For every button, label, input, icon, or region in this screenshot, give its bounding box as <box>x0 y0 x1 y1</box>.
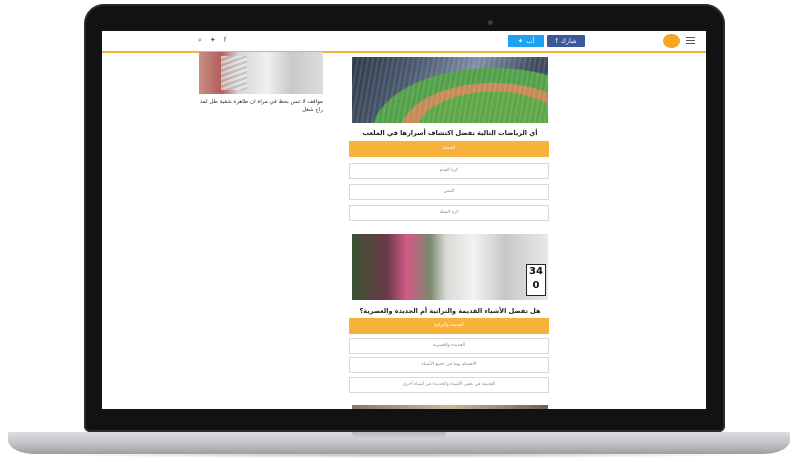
facebook-icon[interactable]: f <box>224 36 226 45</box>
search-icon[interactable]: ⌕ <box>198 36 202 45</box>
camera-dot <box>488 20 493 25</box>
side-article-image[interactable] <box>199 52 323 94</box>
hamburger-menu-icon[interactable] <box>686 37 695 46</box>
twitter-icon[interactable]: ✦ <box>210 36 216 45</box>
social-links: ⌕ ✦ f <box>198 36 226 45</box>
quiz-question: أي الرياضات التالية تفضل اكتشاف أسرارها … <box>362 129 538 137</box>
quiz-option[interactable]: كرة القدم <box>349 163 549 179</box>
quiz-option[interactable]: القديمة والتراثية <box>349 318 549 334</box>
quiz-option[interactable]: التنس <box>349 184 549 200</box>
facebook-icon: f <box>555 37 558 45</box>
quiz-option[interactable]: الاهتمام بهما في جميع الأشياء <box>349 357 549 373</box>
side-article-title[interactable]: مواقف لا تنس بحظ في مراة ان ظاهرة شقية ط… <box>199 98 323 114</box>
quiz-option[interactable]: الجديدة والعصرية <box>349 338 549 354</box>
laptop-notch <box>352 432 446 440</box>
site-logo[interactable] <box>663 34 680 48</box>
quiz-image-next <box>352 405 548 409</box>
share-twitter-button[interactable]: ✦ أب <box>508 35 544 47</box>
quiz-option[interactable]: كرة السلة <box>349 205 549 221</box>
share-buttons: ✦ أب f شارك <box>508 35 585 47</box>
quiz-option[interactable]: الجملة <box>349 141 549 157</box>
site-topbar: ⌕ ✦ f ✦ أب f شارك <box>102 31 706 53</box>
quiz-question: هل تفضل الأشياء القديمة والتراثية أم الج… <box>359 307 541 315</box>
share-facebook-label: شارك <box>560 37 577 45</box>
quiz-option[interactable]: القديمة في بعض الأشياء والجديدة في أشياء… <box>349 377 549 393</box>
twitter-icon: ✦ <box>517 37 524 45</box>
quiz-image-stadium <box>352 57 548 123</box>
quiz-image-classic-car: 34 0 <box>352 234 548 300</box>
browser-screen: ⌕ ✦ f ✦ أب f شارك مواقف لا تنس بحظ في مر… <box>102 31 706 409</box>
license-plate: 34 0 <box>526 264 546 296</box>
share-facebook-button[interactable]: f شارك <box>547 35 585 47</box>
share-twitter-label: أب <box>526 37 535 45</box>
